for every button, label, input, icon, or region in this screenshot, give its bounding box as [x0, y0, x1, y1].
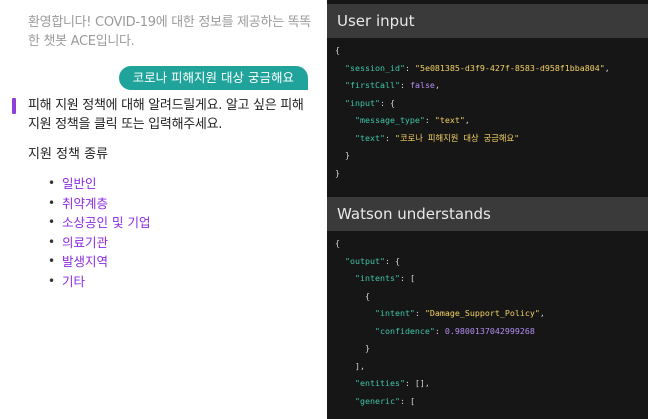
json-key: "intents" — [354, 273, 400, 283]
watson-understands-header: Watson understands — [327, 197, 648, 231]
json-key: "entities" — [354, 378, 405, 388]
policy-list-heading: 지원 정책 종류 — [28, 147, 109, 162]
bot-greeting-message: 환영합니다! COVID-19에 대한 정보를 제공하는 똑똑한 챗봇 ACE입… — [28, 15, 311, 49]
json-key: "firstCall" — [345, 80, 400, 90]
policy-option-outbreak-region[interactable]: 발생지역 — [48, 252, 150, 272]
json-key: "output" — [345, 255, 385, 266]
policy-option-list: 일반인 취약계층 소상공인 및 기업 의료기관 발생지역 기타 — [48, 174, 150, 291]
json-key: "text" — [354, 132, 385, 143]
message-type-value: "text" — [434, 115, 465, 125]
first-call-value: false — [409, 80, 435, 90]
user-input-json: { "session_id": "5e081385-d3f9-427f-8583… — [335, 45, 610, 178]
watson-output-json: { "output": { "intents": [ { "intent": "… — [335, 238, 545, 406]
json-key: "message_type" — [354, 115, 425, 125]
json-key: "generic" — [354, 395, 400, 406]
policy-option-vulnerable[interactable]: 취약계층 — [48, 194, 150, 214]
bot-message-indicator — [12, 98, 16, 114]
intent-value: "Damage_Support_Policy" — [424, 308, 540, 318]
json-key: "intent" — [374, 308, 415, 318]
json-key: "session_id" — [345, 62, 405, 73]
input-text-value: "코로나 피해지원 대상 궁금해요" — [394, 132, 520, 143]
session-id-value: "5e081385-d3f9-427f-8583-d958f1bba804" — [414, 62, 605, 73]
chat-pane: 환영합니다! COVID-19에 대한 정보를 제공하는 똑똑한 챗봇 ACE입… — [0, 0, 322, 419]
policy-option-medical[interactable]: 의료기관 — [48, 233, 150, 253]
policy-option-general[interactable]: 일반인 — [48, 174, 150, 194]
json-key: "input" — [345, 97, 380, 108]
json-key: "confidence" — [374, 325, 435, 336]
policy-option-other[interactable]: 기타 — [48, 272, 150, 292]
policy-option-small-business[interactable]: 소상공인 및 기업 — [48, 213, 150, 233]
bot-response-message: 피해 지원 정책에 대해 알려드릴게요. 알고 싶은 피해 지원 정책을 클릭 … — [28, 98, 304, 132]
json-inspector-panel: User input { "session_id": "5e081385-d3f… — [327, 0, 648, 419]
confidence-value: 0.9800137042999268 — [444, 325, 535, 336]
user-message-bubble: 코로나 피해지원 대상 궁금해요 — [118, 66, 308, 90]
user-input-header: User input — [327, 4, 648, 38]
